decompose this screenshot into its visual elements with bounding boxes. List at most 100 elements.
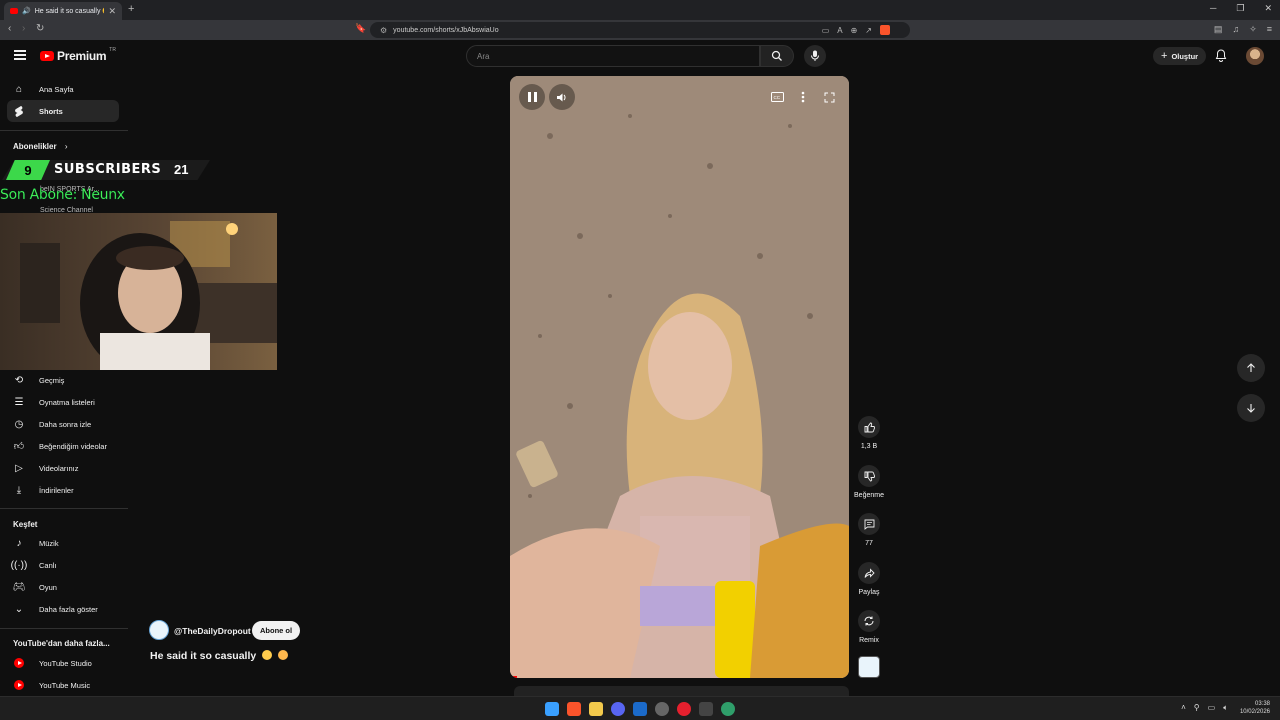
remix-action: Remix [852,610,886,644]
opera-icon[interactable] [677,702,691,716]
obs-icon[interactable] [655,702,669,716]
remix-button[interactable] [858,610,880,632]
sidebar-item-watch-later[interactable]: ◷ Daha sonra izle [7,413,119,435]
notifications-button[interactable] [1215,49,1227,67]
tray-chevron-up-icon[interactable]: ˄ [1181,703,1186,713]
system-tray: ˄ ⚲ ▭ 🔈︎ [1181,703,1228,713]
back-icon[interactable]: ‹ [8,23,11,34]
sidebar-item-gaming[interactable]: 🎮︎ Oyun [7,576,119,598]
sidebar-item-live[interactable]: ((·)) Canlı [7,554,119,576]
live-icon: ((·)) [10,559,28,571]
sidebar-item-playlists[interactable]: ☰ Oynatma listeleri [7,391,119,413]
sidebar-toggle-icon[interactable]: ▤ [1214,24,1223,35]
svg-text:CC: CC [773,95,780,100]
cast-icon[interactable]: ▭ [822,26,830,35]
forward-icon[interactable]: › [22,23,25,34]
pause-button[interactable] [519,84,545,110]
sidebar-item-home[interactable]: ⌂ Ana Sayfa [7,78,119,100]
captions-button[interactable]: CC [767,87,787,107]
whatsapp-icon[interactable] [721,702,735,716]
sidebar-item-music[interactable]: ♪ Müzik [7,532,119,554]
maximize-icon[interactable]: ❐ [1236,3,1244,14]
tray-volume-icon[interactable]: 🔈︎ [1223,703,1228,713]
tray-display-icon[interactable]: ▭ [1208,703,1216,713]
create-button[interactable]: + Oluştur [1153,47,1207,65]
sidebar-item-youtube-music[interactable]: YouTube Music [7,674,119,696]
sidebar-divider [0,508,128,509]
sidebar-item-label: YouTube Music [39,680,91,690]
volume-button[interactable] [549,84,575,110]
taskbar-apps [545,702,735,716]
sidebar-item-liked[interactable]: 👍︎ Beğendiğim videolar [7,435,119,457]
brave-browser-icon[interactable] [567,702,581,716]
minimize-icon[interactable]: ─ [1210,3,1216,14]
search-button[interactable] [760,45,794,67]
share-action: Paylaş [852,562,886,596]
close-tab-icon[interactable]: ✕ [108,6,116,17]
next-short-preview[interactable] [514,686,849,696]
channel-avatar[interactable] [149,620,169,640]
like-button[interactable] [858,416,880,438]
sidebar-item-label: YouTube Studio [39,658,92,668]
site-info-icon[interactable]: ⚙ [380,26,387,35]
subscribe-button[interactable]: Abone ol [252,621,301,640]
audio-source-thumbnail[interactable] [858,656,880,678]
next-short-button[interactable] [1237,394,1265,422]
comments-button[interactable] [858,513,880,535]
dislike-button[interactable] [858,465,880,487]
sidebar-item-youtube-studio[interactable]: YouTube Studio [7,652,119,674]
file-explorer-icon[interactable] [589,702,603,716]
browser-tab[interactable]: 🔊 He said it so casually 😅😏 ✕ [4,2,122,20]
system-clock[interactable]: 03:38 10/02/2026 [1240,700,1270,716]
brave-shields-icon[interactable] [880,25,890,35]
account-avatar[interactable] [1246,47,1264,65]
translate-icon[interactable]: A [837,26,842,35]
thumbs-down-icon [864,471,875,481]
sidebar-divider [0,130,128,131]
media-icon[interactable]: ♫ [1232,24,1239,35]
short-video-player[interactable]: CC [510,76,849,678]
share-icon[interactable]: ↗ [865,26,872,35]
video-progress-bar[interactable] [510,676,517,678]
discord-icon[interactable] [611,702,625,716]
reload-icon[interactable]: ↻ [36,23,44,34]
previous-short-button[interactable] [1237,354,1265,382]
steam-icon[interactable] [633,702,647,716]
voice-search-button[interactable] [804,45,826,67]
tray-mic-icon[interactable]: ⚲ [1194,703,1200,713]
sidebar-item-history[interactable]: ⟲ Geçmiş [7,369,119,391]
close-window-icon[interactable]: ✕ [1264,3,1272,14]
sidebar-item-your-videos[interactable]: ▷ Videolarınız [7,457,119,479]
hamburger-menu-icon[interactable] [14,50,26,60]
extensions-icon[interactable]: ✧ [1249,24,1257,35]
share-button[interactable] [858,562,880,584]
zoom-icon[interactable]: ⊕ [851,26,858,35]
download-icon: ⤓ [16,484,22,496]
new-tab-button[interactable]: + [128,3,134,15]
clock-date: 10/02/2026 [1239,709,1270,715]
app-icon[interactable] [699,702,713,716]
search-input[interactable]: Ara [466,45,760,67]
fullscreen-button[interactable] [819,87,839,107]
sidebar-item-downloads[interactable]: ⤓ İndirilenler [7,479,119,501]
sidebar-item-label: Geçmiş [39,375,65,385]
subscriptions-heading[interactable]: Abonelikler › [13,142,67,151]
address-bar[interactable]: ⚙ youtube.com/shorts/xJbAbswiaUo ▭ A ⊕ ↗ [370,22,910,38]
chevron-right-icon: › [64,142,68,151]
sidebar-item-shorts[interactable]: Shorts [7,100,119,122]
bookmark-icon[interactable]: 🔖 [355,23,366,34]
os-taskbar: ˄ ⚲ ▭ 🔈︎ 03:38 10/02/2026 [0,696,1280,720]
sweat-smile-emoji-icon [262,650,273,660]
more-options-button[interactable] [793,87,813,107]
comment-count: 77 [865,540,873,547]
tab-title: He said it so casually 😅😏 [34,8,105,15]
fullscreen-icon [824,92,834,102]
channel-name[interactable]: @TheDailyDropout [174,626,251,636]
menu-icon[interactable]: ≡ [1267,24,1272,35]
youtube-logo[interactable]: Premium TR [40,47,116,63]
mic-icon [811,50,819,61]
subscriber-banner-title: SUBSCRIBERS [54,162,162,177]
sidebar-item-show-more[interactable]: ⌄ Daha fazla göster [7,598,119,620]
start-menu-icon[interactable] [545,702,559,716]
logo-country: TR [109,47,116,53]
